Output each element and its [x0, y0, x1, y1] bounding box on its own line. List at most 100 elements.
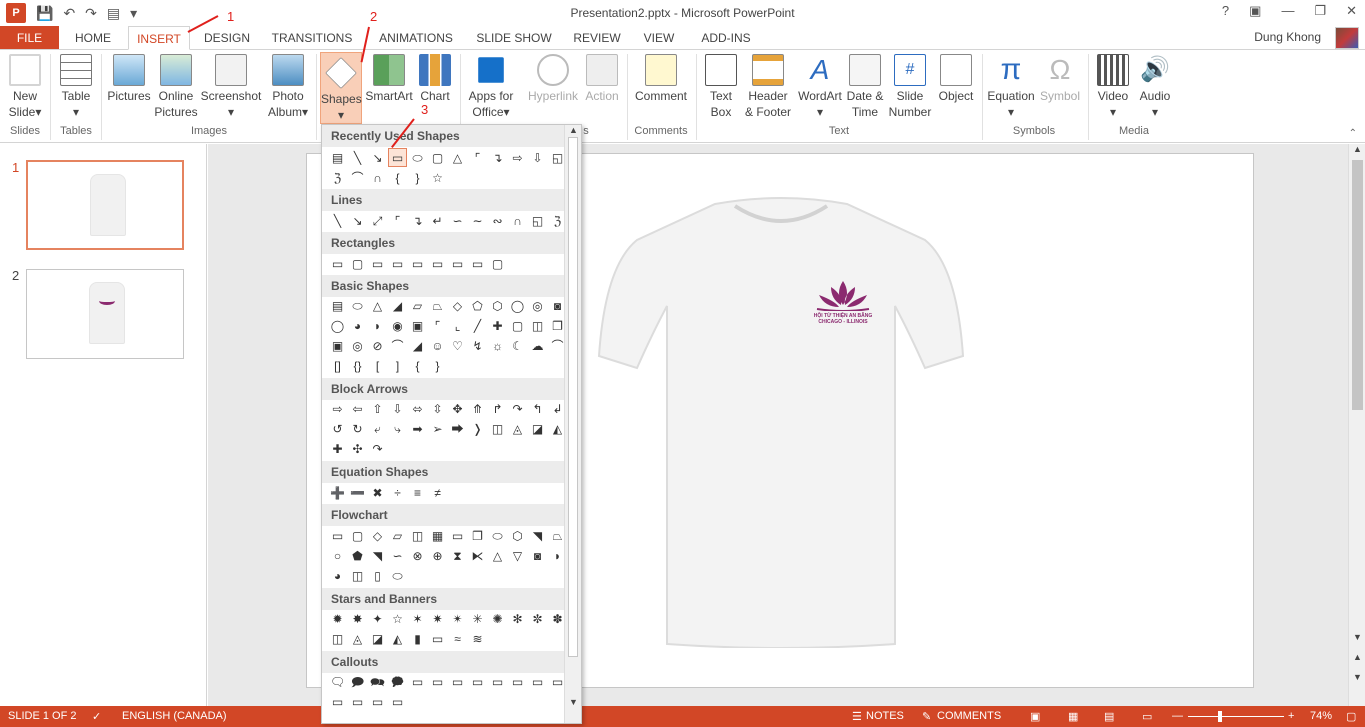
- avatar[interactable]: [1335, 27, 1359, 49]
- curved-connector-shape-icon[interactable]: ∽: [449, 212, 466, 229]
- striped-right-arrow-shape-icon[interactable]: ➡: [409, 420, 426, 437]
- cloud-shape-icon[interactable]: ☁: [529, 337, 546, 354]
- 12-point-star-shape-icon[interactable]: ✺: [489, 610, 506, 627]
- block-arc-shape-icon[interactable]: ⌒: [389, 337, 406, 354]
- cloud-callout-shape-icon[interactable]: 🗭: [389, 673, 406, 690]
- up-arrow-shape-icon[interactable]: ⇧: [369, 400, 386, 417]
- line-callout-1-shape-icon[interactable]: ▭: [409, 673, 426, 690]
- direct-access-storage-shape-icon[interactable]: ▯: [369, 567, 386, 584]
- zoom-slider-thumb[interactable]: [1218, 711, 1222, 722]
- next-slide-icon[interactable]: ▼: [1353, 672, 1362, 682]
- screenshot-button[interactable]: Screenshot ▾: [200, 54, 262, 120]
- star-shape-icon[interactable]: ☆: [429, 169, 446, 186]
- slide-sorter-icon[interactable]: ▦: [1068, 710, 1078, 723]
- trapezoid-shape-icon[interactable]: ⏢: [429, 297, 446, 314]
- pentagon-arrow-shape-icon[interactable]: ⮕: [449, 420, 466, 437]
- elbow-connector-shape-icon[interactable]: ⌜: [389, 212, 406, 229]
- normal-view-icon[interactable]: ▣: [1030, 710, 1040, 723]
- collate-shape-icon[interactable]: ⧗: [449, 547, 466, 564]
- curved-up-arrow-shape-icon[interactable]: ⤶: [369, 420, 386, 437]
- line-callout-2-border-and-accent-bar-shape-icon[interactable]: ▭: [369, 693, 386, 710]
- horizontal-scroll-shape-icon[interactable]: ▭: [429, 630, 446, 647]
- help-icon[interactable]: ?: [1222, 3, 1229, 19]
- arrow-line-shape-icon[interactable]: ↘: [349, 212, 366, 229]
- snip-round-rectangle-shape-icon[interactable]: ▭: [429, 255, 446, 272]
- round-diagonal-rectangle-shape-icon[interactable]: ▢: [489, 255, 506, 272]
- elbow-arrow-connector-shape-icon[interactable]: ↴: [409, 212, 426, 229]
- curved-left-arrow-shape-icon[interactable]: ↻: [349, 420, 366, 437]
- 6-point-star-shape-icon[interactable]: ✶: [409, 610, 426, 627]
- folded-corner-shape-icon[interactable]: ◢: [409, 337, 426, 354]
- triangle-shape-icon[interactable]: △: [449, 149, 466, 166]
- alternate-process-shape-icon[interactable]: ▢: [349, 527, 366, 544]
- 8-point-star-shape-icon[interactable]: ✴: [449, 610, 466, 627]
- zoom-in-icon[interactable]: +: [1288, 710, 1294, 722]
- tab-slide-show[interactable]: SLIDE SHOW: [472, 26, 556, 50]
- connector-shape-icon[interactable]: ○: [329, 547, 346, 564]
- tab-view[interactable]: VIEW: [636, 26, 682, 50]
- cross-shape-icon[interactable]: ✚: [489, 317, 506, 334]
- heart-shape-icon[interactable]: ♡: [449, 337, 466, 354]
- down-arrow-shape-icon[interactable]: ⇩: [529, 149, 546, 166]
- scrollbar-thumb[interactable]: [1352, 160, 1363, 410]
- table-button[interactable]: Table ▾: [56, 54, 96, 120]
- collapse-ribbon-icon[interactable]: ⌃: [1349, 128, 1357, 139]
- lightning-bolt-shape-icon[interactable]: ↯: [469, 337, 486, 354]
- data-shape-icon[interactable]: ▱: [389, 527, 406, 544]
- no-symbol-shape-icon[interactable]: ⊘: [369, 337, 386, 354]
- l-shape-icon[interactable]: ⌞: [449, 317, 466, 334]
- online-pictures-button[interactable]: Online Pictures: [154, 54, 198, 120]
- vertical-scroll-shape-icon[interactable]: ▮: [409, 630, 426, 647]
- curve-shape-icon[interactable]: ∩: [369, 169, 386, 186]
- minus-shape-icon[interactable]: ➖: [349, 484, 366, 501]
- round-same-side-rectangle-shape-icon[interactable]: ▭: [469, 255, 486, 272]
- right-brace-shape-icon[interactable]: }: [429, 357, 446, 374]
- freeform-shape-icon[interactable]: ◱: [529, 212, 546, 229]
- curved-down-ribbon-shape-icon[interactable]: ◭: [389, 630, 406, 647]
- double-brace-shape-icon[interactable]: {}: [349, 357, 366, 374]
- equal-shape-icon[interactable]: ≡: [409, 484, 426, 501]
- extract-shape-icon[interactable]: △: [489, 547, 506, 564]
- decision-shape-icon[interactable]: ◇: [369, 527, 386, 544]
- pentagon-shape-icon[interactable]: ⬠: [469, 297, 486, 314]
- magnetic-disk-shape-icon[interactable]: ◫: [349, 567, 366, 584]
- multiply-shape-icon[interactable]: ✖: [369, 484, 386, 501]
- shapes-menu-scrollbar[interactable]: ▲ ▼: [564, 125, 581, 723]
- apps-for-office-button[interactable]: Apps for Office▾: [466, 54, 516, 120]
- summing-junction-shape-icon[interactable]: ⊗: [409, 547, 426, 564]
- not-equal-shape-icon[interactable]: ≠: [429, 484, 446, 501]
- spell-check-icon[interactable]: ✓: [92, 710, 101, 723]
- oval-shape-icon[interactable]: ⬭: [349, 297, 366, 314]
- elbow-double-arrow-shape-icon[interactable]: ↵: [429, 212, 446, 229]
- line-callout-3-border-and-accent-bar-shape-icon[interactable]: ▭: [389, 693, 406, 710]
- hyperlink-button[interactable]: Hyperlink: [526, 54, 580, 104]
- sort-shape-icon[interactable]: ⧔: [469, 547, 486, 564]
- slide-thumbnail-1[interactable]: [26, 160, 184, 250]
- curve-shape-icon[interactable]: ∩: [509, 212, 526, 229]
- 7-point-star-shape-icon[interactable]: ✷: [429, 610, 446, 627]
- u-turn-arrow-shape-icon[interactable]: ↷: [509, 400, 526, 417]
- 5-point-star-shape-icon[interactable]: ☆: [389, 610, 406, 627]
- donut-shape-icon[interactable]: ◎: [349, 337, 366, 354]
- plaque-shape-icon[interactable]: ▢: [509, 317, 526, 334]
- vertical-scrollbar[interactable]: ▲ ▼ ▲ ▼: [1348, 144, 1365, 706]
- double-arrow-line-shape-icon[interactable]: ⤢: [369, 212, 386, 229]
- scroll-down-icon[interactable]: ▼: [1353, 632, 1362, 642]
- user-name[interactable]: Dung Khong: [1254, 30, 1321, 44]
- quad-arrow-shape-icon[interactable]: ✥: [449, 400, 466, 417]
- or-shape-icon[interactable]: ⊕: [429, 547, 446, 564]
- sequential-access-storage-shape-icon[interactable]: ◕: [329, 567, 346, 584]
- shapes-button[interactable]: Shapes ▾: [320, 52, 362, 124]
- left-arrow-callout-shape-icon[interactable]: ◪: [529, 420, 546, 437]
- text-box-shape-icon[interactable]: ▤: [329, 297, 346, 314]
- right-bracket-shape-icon[interactable]: ]: [389, 357, 406, 374]
- preparation-shape-icon[interactable]: ⬡: [509, 527, 526, 544]
- scroll-down-icon[interactable]: ▼: [569, 697, 578, 707]
- document-shape-icon[interactable]: ▭: [449, 527, 466, 544]
- half-frame-shape-icon[interactable]: ⌜: [429, 317, 446, 334]
- curved-right-arrow-shape-icon[interactable]: ↺: [329, 420, 346, 437]
- right-brace-shape-icon[interactable]: }: [409, 169, 426, 186]
- division-shape-icon[interactable]: ÷: [389, 484, 406, 501]
- snip-corner-rectangle-shape-icon[interactable]: ▭: [369, 255, 386, 272]
- video-button[interactable]: Video ▾: [1094, 54, 1132, 120]
